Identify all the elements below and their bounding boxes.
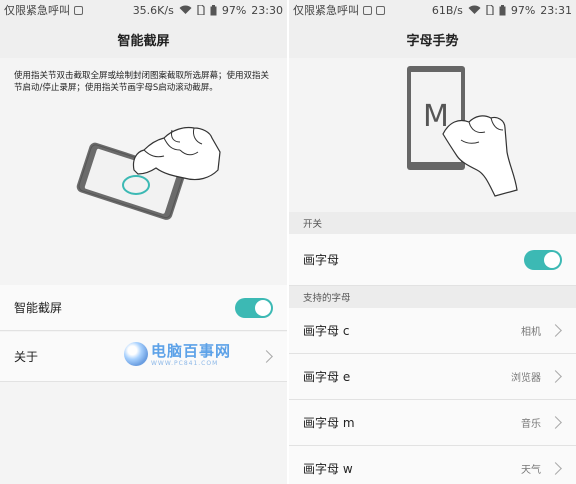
description-text: 使用指关节双击截取全屏或绘制封闭图案截取所选屏幕；使用双指关节启动/停止录屏；使… (14, 71, 270, 93)
notification-icon-2 (376, 5, 385, 15)
clock: 23:30 (251, 3, 283, 17)
battery-percent: 97% (510, 3, 536, 17)
right-screen: 仅限紧急呼叫 61B/s 97% 23:31 字母手势 M 开关 画字母 支持的… (289, 0, 576, 484)
chevron-right-icon (549, 370, 562, 383)
carrier-text: 仅限紧急呼叫 (4, 4, 70, 17)
watermark: 电脑百事网 WWW.PC841.COM (124, 340, 231, 367)
letter-label: 画字母 m (303, 416, 355, 430)
wifi-icon (179, 5, 192, 15)
letter-label: 画字母 c (303, 324, 350, 338)
status-bar: 仅限紧急呼叫 35.6K/s 97% 23:30 (0, 0, 287, 20)
illustration-letter: M (423, 99, 449, 134)
watermark-url: WWW.PC841.COM (151, 360, 219, 367)
letter-label: 画字母 w (303, 462, 353, 476)
letter-row-c[interactable]: 画字母 c 相机 (289, 308, 576, 354)
smart-screenshot-row[interactable]: 智能截屏 (0, 285, 287, 331)
letter-gesture-illustration: M (399, 60, 519, 200)
battery-percent: 97% (221, 3, 247, 17)
network-speed: 61B/s (431, 3, 463, 17)
battery-icon (499, 4, 506, 16)
notification-icon (74, 5, 83, 15)
left-screen: 仅限紧急呼叫 35.6K/s 97% 23:30 智能截屏 使用指关节双击截取全… (0, 0, 287, 484)
smart-screenshot-label: 智能截屏 (14, 301, 63, 315)
status-bar: 仅限紧急呼叫 61B/s 97% 23:31 (289, 0, 576, 20)
toggle-knob (255, 299, 271, 316)
knuckle-gesture-illustration (60, 112, 240, 232)
page-title: 智能截屏 (0, 20, 287, 58)
carrier-text: 仅限紧急呼叫 (293, 4, 359, 17)
chevron-right-icon (549, 416, 562, 429)
watermark-logo-icon (124, 341, 148, 366)
clock: 23:31 (540, 3, 572, 17)
chevron-right-icon (549, 462, 562, 475)
section-header-switch: 开关 (289, 212, 576, 234)
letter-app: 天气 (521, 465, 541, 476)
letter-row-e[interactable]: 画字母 e 浏览器 (289, 354, 576, 400)
draw-letter-row[interactable]: 画字母 (289, 234, 576, 286)
page-title: 字母手势 (289, 20, 576, 58)
letter-app: 音乐 (521, 419, 541, 430)
wifi-icon (468, 5, 481, 15)
section-header-letters: 支持的字母 (289, 286, 576, 308)
draw-letter-toggle[interactable] (524, 249, 562, 270)
network-speed: 35.6K/s (132, 3, 174, 17)
chevron-right-icon (549, 324, 562, 337)
battery-icon (210, 4, 217, 16)
draw-letter-label: 画字母 (303, 253, 340, 267)
smart-screenshot-toggle[interactable] (235, 297, 273, 318)
chevron-right-icon (260, 350, 273, 363)
sim-icon (486, 5, 494, 15)
letter-label: 画字母 e (303, 370, 351, 384)
letter-row-m[interactable]: 画字母 m 音乐 (289, 400, 576, 446)
sim-icon (197, 5, 205, 15)
notification-icon (363, 5, 372, 15)
letter-app: 相机 (521, 327, 541, 338)
letter-row-w[interactable]: 画字母 w 天气 (289, 446, 576, 484)
watermark-title: 电脑百事网 (151, 342, 232, 360)
toggle-knob (544, 251, 560, 268)
letter-app: 浏览器 (511, 373, 541, 384)
